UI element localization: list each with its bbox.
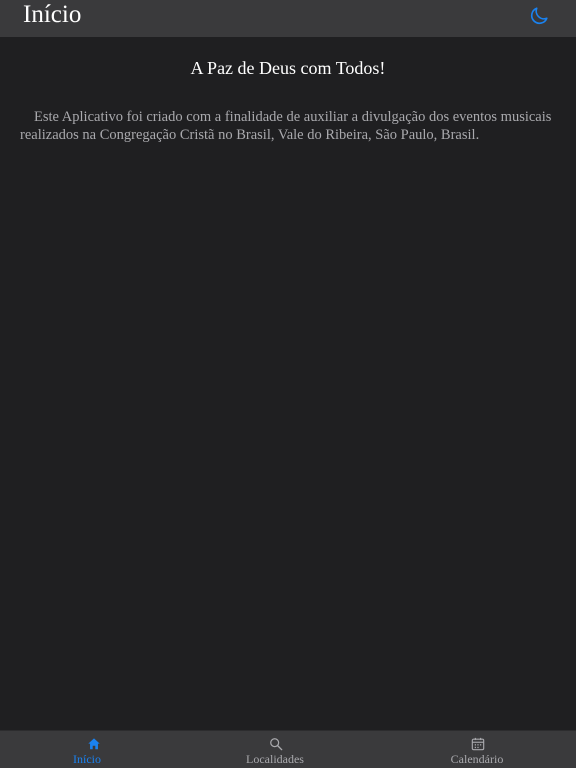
tab-label-inicio: Início xyxy=(73,752,101,766)
tab-label-localidades: Localidades xyxy=(246,752,304,766)
moon-icon xyxy=(530,7,548,25)
search-icon xyxy=(270,738,283,751)
app-description: Este Aplicativo foi criado com a finalid… xyxy=(20,109,552,143)
dark-mode-toggle-button[interactable] xyxy=(526,3,552,29)
tab-label-calendario: Calendário xyxy=(450,752,504,766)
home-icon xyxy=(88,738,100,750)
tab-bar: Início Localidades Calendário xyxy=(0,730,576,768)
navigation-bar: Início xyxy=(0,0,576,37)
tab-inicio[interactable]: Início xyxy=(0,731,192,768)
calendar-icon xyxy=(471,737,485,751)
page-title: Início xyxy=(23,1,82,28)
tab-localidades[interactable]: Localidades xyxy=(179,731,371,768)
tab-calendario[interactable]: Calendário xyxy=(381,731,573,768)
welcome-heading: A Paz de Deus com Todos! xyxy=(190,58,386,78)
